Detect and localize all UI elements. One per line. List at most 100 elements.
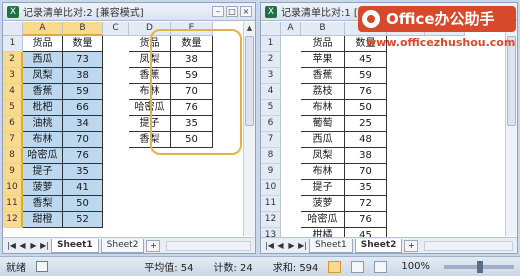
row-header[interactable]: 11 bbox=[261, 196, 281, 212]
row-header[interactable]: 10 bbox=[3, 180, 23, 196]
column-header-d[interactable]: D bbox=[129, 22, 171, 36]
table-header-cell[interactable]: 数量 bbox=[63, 36, 103, 52]
scroll-thumb[interactable] bbox=[507, 36, 516, 126]
table-cell[interactable]: 香蕉 bbox=[129, 68, 171, 84]
normal-view-icon[interactable] bbox=[328, 260, 342, 273]
table-cell[interactable]: 38 bbox=[63, 68, 103, 84]
next-sheet-icon[interactable]: ▶ bbox=[29, 241, 38, 250]
table-cell[interactable]: 35 bbox=[171, 116, 213, 132]
row-header[interactable]: 12 bbox=[3, 212, 23, 228]
table-cell[interactable]: 76 bbox=[345, 84, 387, 100]
row-header[interactable]: 6 bbox=[3, 116, 23, 132]
table-cell[interactable]: 35 bbox=[63, 164, 103, 180]
table-cell[interactable]: 59 bbox=[345, 68, 387, 84]
table-cell[interactable]: 甜橙 bbox=[23, 212, 63, 228]
table-cell[interactable]: 哈密瓜 bbox=[129, 100, 171, 116]
maximize-icon[interactable]: □ bbox=[226, 6, 238, 17]
row-header[interactable]: 11 bbox=[3, 196, 23, 212]
table-header-cell[interactable]: 货品 bbox=[301, 36, 345, 52]
table-cell[interactable]: 哈密瓜 bbox=[23, 148, 63, 164]
table-cell[interactable]: 凤梨 bbox=[129, 52, 171, 68]
table-cell[interactable]: 59 bbox=[171, 68, 213, 84]
table-cell[interactable]: 70 bbox=[345, 164, 387, 180]
table-cell[interactable]: 香梨 bbox=[129, 132, 171, 148]
page-layout-view-icon[interactable] bbox=[351, 260, 365, 273]
table-cell[interactable]: 布林 bbox=[129, 84, 171, 100]
table-cell[interactable]: 凤梨 bbox=[301, 148, 345, 164]
table-cell[interactable]: 52 bbox=[63, 212, 103, 228]
table-header-cell[interactable]: 货品 bbox=[129, 36, 171, 52]
zoom-slider[interactable] bbox=[444, 260, 514, 273]
scroll-thumb[interactable] bbox=[245, 36, 254, 126]
table-cell[interactable]: 香蕉 bbox=[23, 84, 63, 100]
select-all-corner[interactable] bbox=[3, 22, 23, 36]
row-header[interactable]: 12 bbox=[261, 212, 281, 228]
table-cell[interactable]: 76 bbox=[171, 100, 213, 116]
table-cell[interactable]: 菠萝 bbox=[301, 196, 345, 212]
row-header[interactable]: 6 bbox=[261, 116, 281, 132]
left-vertical-scrollbar[interactable]: ▲ bbox=[243, 22, 255, 236]
first-sheet-icon[interactable]: |◀ bbox=[7, 241, 16, 250]
column-header-e[interactable]: E bbox=[171, 22, 213, 36]
table-cell[interactable]: 45 bbox=[345, 52, 387, 68]
row-header[interactable]: 9 bbox=[261, 164, 281, 180]
table-cell[interactable]: 34 bbox=[63, 116, 103, 132]
table-cell[interactable]: 葡萄 bbox=[301, 116, 345, 132]
table-cell[interactable]: 香蕉 bbox=[301, 68, 345, 84]
table-cell[interactable]: 布林 bbox=[301, 100, 345, 116]
table-cell[interactable]: 提子 bbox=[129, 116, 171, 132]
right-horizontal-scrollbar[interactable] bbox=[424, 240, 513, 251]
table-cell[interactable]: 25 bbox=[345, 116, 387, 132]
table-cell[interactable]: 荔枝 bbox=[301, 84, 345, 100]
table-cell[interactable]: 50 bbox=[345, 100, 387, 116]
table-cell[interactable]: 41 bbox=[63, 180, 103, 196]
row-header[interactable]: 3 bbox=[261, 68, 281, 84]
new-sheet-icon[interactable]: + bbox=[404, 239, 419, 252]
row-header[interactable]: 3 bbox=[3, 68, 23, 84]
row-header[interactable]: 7 bbox=[3, 132, 23, 148]
table-cell[interactable]: 50 bbox=[171, 132, 213, 148]
column-header-b[interactable]: B bbox=[63, 22, 103, 36]
column-header-b[interactable]: B bbox=[301, 22, 345, 36]
tab-sheet2[interactable]: Sheet2 bbox=[354, 238, 403, 253]
table-cell[interactable]: 油桃 bbox=[23, 116, 63, 132]
table-cell[interactable]: 枇杷 bbox=[23, 100, 63, 116]
row-header[interactable]: 2 bbox=[261, 52, 281, 68]
row-header[interactable]: 9 bbox=[3, 164, 23, 180]
row-header[interactable]: 8 bbox=[261, 148, 281, 164]
row-header[interactable]: 1 bbox=[261, 36, 281, 52]
row-header[interactable]: 4 bbox=[3, 84, 23, 100]
row-header[interactable]: 4 bbox=[261, 84, 281, 100]
close-icon[interactable]: × bbox=[240, 6, 252, 17]
table-cell[interactable]: 西瓜 bbox=[23, 52, 63, 68]
tab-sheet1[interactable]: Sheet1 bbox=[309, 238, 353, 253]
table-cell[interactable]: 48 bbox=[345, 132, 387, 148]
zoom-level[interactable]: 100% bbox=[401, 261, 430, 272]
minimize-icon[interactable]: – bbox=[212, 6, 224, 17]
row-header[interactable]: 5 bbox=[261, 100, 281, 116]
tab-sheet2[interactable]: Sheet2 bbox=[100, 238, 145, 253]
table-cell[interactable]: 70 bbox=[63, 132, 103, 148]
table-cell[interactable]: 70 bbox=[171, 84, 213, 100]
zoom-slider-knob[interactable] bbox=[477, 260, 483, 273]
scroll-up-icon[interactable]: ▲ bbox=[244, 22, 255, 34]
last-sheet-icon[interactable]: ▶| bbox=[298, 241, 307, 250]
last-sheet-icon[interactable]: ▶| bbox=[40, 241, 49, 250]
table-cell[interactable]: 35 bbox=[345, 180, 387, 196]
table-cell[interactable]: 38 bbox=[345, 148, 387, 164]
right-vertical-scrollbar[interactable]: ▲ bbox=[505, 22, 517, 236]
prev-sheet-icon[interactable]: ◀ bbox=[276, 241, 285, 250]
row-header[interactable]: 10 bbox=[261, 180, 281, 196]
row-header[interactable]: 7 bbox=[261, 132, 281, 148]
left-title-bar[interactable]: X 记录清单比对:2 [兼容模式] – □ × bbox=[3, 3, 255, 21]
table-cell[interactable]: 西瓜 bbox=[301, 132, 345, 148]
column-header-a[interactable]: A bbox=[23, 22, 63, 36]
table-cell[interactable]: 苹果 bbox=[301, 52, 345, 68]
column-header-a[interactable]: A bbox=[281, 22, 301, 36]
table-cell[interactable]: 香梨 bbox=[23, 196, 63, 212]
tab-sheet1[interactable]: Sheet1 bbox=[51, 238, 99, 253]
table-cell[interactable]: 哈密瓜 bbox=[301, 212, 345, 228]
table-cell[interactable]: 72 bbox=[345, 196, 387, 212]
table-cell[interactable]: 布林 bbox=[301, 164, 345, 180]
table-cell[interactable]: 布林 bbox=[23, 132, 63, 148]
